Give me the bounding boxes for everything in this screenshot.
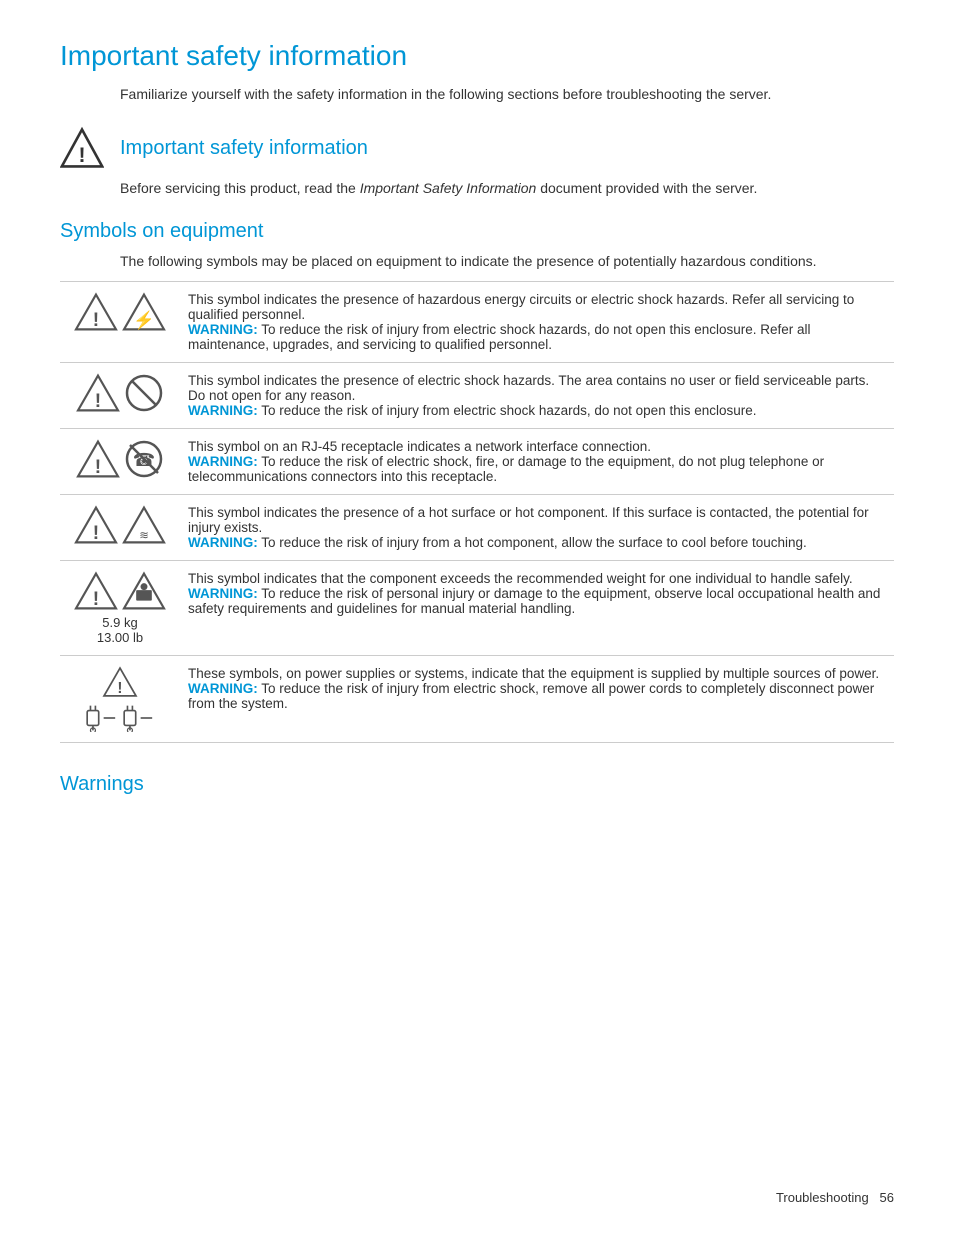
safety-info-subtitle: Important safety information [120, 137, 368, 160]
symbol-desc-2: This symbol indicates the presence of el… [180, 363, 894, 429]
intro-text: Familiarize yourself with the safety inf… [120, 86, 894, 102]
svg-text:⚡: ⚡ [133, 310, 155, 331]
exclaim-tri-3-icon: ! [74, 505, 118, 545]
symbols-title: Symbols on equipment [60, 220, 894, 243]
warnings-section: Warnings [60, 773, 894, 796]
exclaim-tri-4-icon: ! [74, 571, 118, 611]
svg-text:!: ! [78, 144, 85, 167]
symbol-cell-4: ! ≋ [60, 495, 180, 561]
page-footer: Troubleshooting 56 [776, 1190, 894, 1205]
symbol-desc-6: These symbols, on power supplies or syst… [180, 656, 894, 743]
symbol-cell-5: ! 5.9 kg 13.00 lb [60, 561, 180, 656]
page-title: Important safety information [60, 40, 894, 72]
symbol-cell-2: ! [60, 363, 180, 429]
hot-surface-triangle-icon: ≋ [122, 505, 166, 545]
power-cord-1-icon [85, 704, 119, 732]
symbol-desc-3: This symbol on an RJ-45 receptacle indic… [180, 429, 894, 495]
svg-text:≋: ≋ [139, 530, 148, 542]
exclaim-triangle-icon: ! [76, 373, 120, 413]
safety-info-body: Before servicing this product, read the … [120, 180, 894, 196]
symbol-cell-3: ! ☎ [60, 429, 180, 495]
lightning-triangle-icon: ⚡ [122, 292, 166, 332]
svg-text:!: ! [117, 680, 122, 697]
svg-text:!: ! [93, 523, 99, 544]
table-row: ! 5.9 kg 13.00 lb This symbol indicates … [60, 561, 894, 656]
symbol-desc-4: This symbol indicates the presence of a … [180, 495, 894, 561]
symbol-desc-5: This symbol indicates that the component… [180, 561, 894, 656]
svg-text:!: ! [93, 310, 99, 331]
footer-text: Troubleshooting [776, 1190, 869, 1205]
safety-info-header: ! Important safety information [60, 126, 894, 170]
table-row: ! This symbol indicates the presence of … [60, 363, 894, 429]
symbol-cell-1: ! ⚡ [60, 282, 180, 363]
exclaim-tri-2-icon: ! [76, 439, 120, 479]
symbol-desc-1: This symbol indicates the presence of ha… [180, 282, 894, 363]
symbols-section: Symbols on equipment The following symbo… [60, 220, 894, 743]
warning-triangle-icon: ! [60, 126, 104, 170]
table-row: ! ☎ This symbol on an RJ-45 receptacle i… [60, 429, 894, 495]
no-service-circle-icon [124, 373, 164, 413]
svg-text:!: ! [95, 457, 101, 478]
weight-info: 5.9 kg 13.00 lb [68, 615, 172, 645]
hazard-triangle-icon: ! [74, 292, 118, 332]
table-row: ! [60, 656, 894, 743]
weight-triangle-icon [122, 571, 166, 611]
page-number: 56 [880, 1190, 894, 1205]
phone-prohibited-icon: ☎ [124, 439, 164, 479]
symbols-table: ! ⚡ This symbol indicates the presence o… [60, 281, 894, 743]
symbols-intro: The following symbols may be placed on e… [120, 253, 894, 269]
warnings-title: Warnings [60, 773, 894, 796]
symbol-cell-6: ! [60, 656, 180, 743]
power-triangle-icon: ! [102, 666, 138, 698]
svg-text:!: ! [95, 391, 101, 412]
power-cord-2-icon [122, 704, 156, 732]
table-row: ! ⚡ This symbol indicates the presence o… [60, 282, 894, 363]
table-row: ! ≋ This symbol indicates the presence o… [60, 495, 894, 561]
svg-text:!: ! [93, 589, 99, 610]
